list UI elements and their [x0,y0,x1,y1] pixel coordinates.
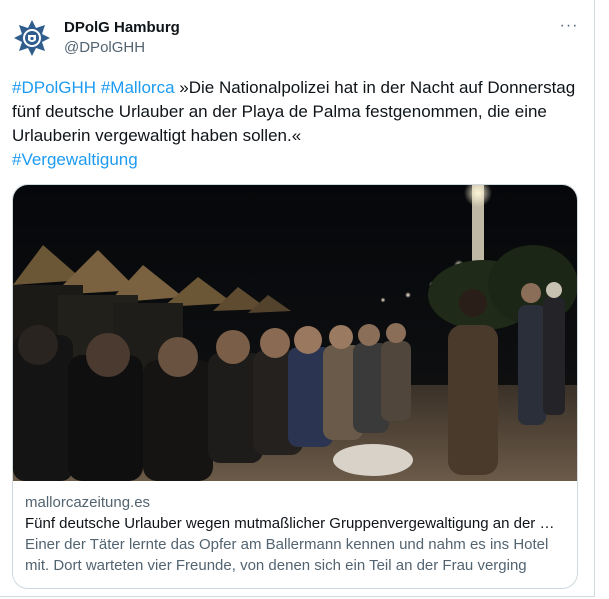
more-options-icon[interactable]: ··· [557,16,581,40]
card-description[interactable]: Einer der Täter lernte das Opfer am Ball… [25,534,573,576]
link-preview-card[interactable]: mallorcazeitung.es Fünf deutsche Urlaube… [12,184,578,589]
card-title[interactable]: Fünf deutsche Urlauber wegen mutmaßliche… [25,513,573,534]
author-names: DPolG Hamburg @DPolGHH [64,18,180,58]
police-star-avatar-icon[interactable] [12,18,52,58]
night-promenade-photo[interactable] [13,185,578,481]
author-handle[interactable]: @DPolGHH [64,38,180,58]
tweet-header: DPolG Hamburg @DPolGHH ··· [12,16,587,60]
author-display-name[interactable]: DPolG Hamburg [64,18,180,38]
tweet-text: #DPolGHH #Mallorca »Die Nationalpolizei … [12,76,577,172]
tweet-body: »Die Nationalpolizei hat in der Nacht au… [12,78,576,145]
hashtag-vergewaltigung[interactable]: #Vergewaltigung [12,150,138,169]
hashtag-mallorca[interactable]: #Mallorca [101,78,175,97]
card-meta: mallorcazeitung.es Fünf deutsche Urlaube… [25,493,573,576]
hashtag-dpolghh[interactable]: #DPolGHH [12,78,96,97]
card-domain[interactable]: mallorcazeitung.es [25,493,573,513]
